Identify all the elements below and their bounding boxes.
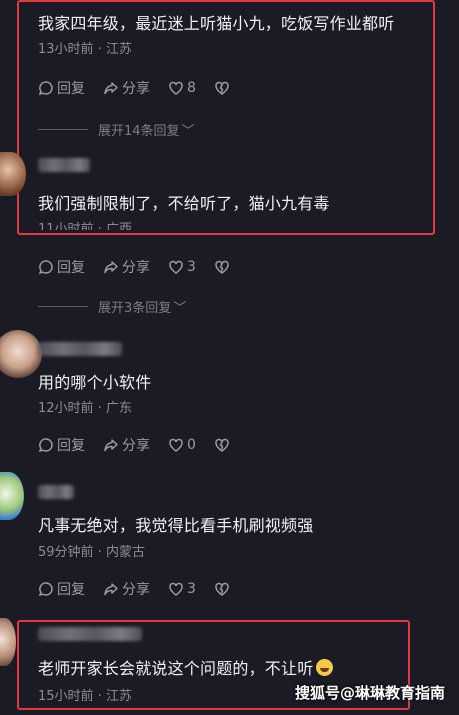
username[interactable]: [38, 158, 90, 172]
share-button[interactable]: 分享: [103, 78, 150, 98]
expand-replies-label: 展开14条回复: [98, 124, 180, 139]
comment-meta: 12小时前 · 广东: [38, 401, 132, 416]
broken-heart-icon: [215, 438, 229, 452]
like-count: 3: [187, 581, 196, 597]
heart-icon: [169, 260, 183, 274]
reply-label: 回复: [57, 81, 85, 97]
reply-label: 回复: [57, 438, 85, 454]
expand-replies-button[interactable]: 展开14条回复 ﹀: [38, 120, 195, 139]
share-arrow-icon: [104, 583, 118, 596]
avatar[interactable]: [0, 472, 24, 520]
expand-replies-button[interactable]: 展开3条回复 ﹀: [38, 297, 186, 316]
dislike-button[interactable]: [214, 437, 233, 453]
reply-button[interactable]: 回复: [38, 257, 85, 277]
expand-replies-label: 展开3条回复: [98, 301, 172, 316]
comment-bubble-icon: [38, 582, 53, 597]
comment-text: 我们强制限制了，不给听了，猫小九有毒: [38, 194, 330, 213]
comment-actions: 回复 分享 8: [38, 78, 251, 98]
chevron-down-icon: ﹀: [181, 124, 195, 139]
comment-actions: 回复 分享 0: [38, 435, 251, 455]
dislike-button[interactable]: [214, 581, 233, 597]
broken-heart-icon: [215, 260, 229, 274]
like-count: 8: [187, 80, 196, 96]
like-button[interactable]: 3: [168, 259, 196, 275]
reply-button[interactable]: 回复: [38, 579, 85, 599]
share-arrow-icon: [104, 82, 118, 95]
share-label: 分享: [122, 81, 150, 97]
comment-actions: 回复 分享 3: [38, 579, 251, 599]
comment-text: 老师开家长会就说这个问题的，不让听: [38, 655, 334, 679]
reply-label: 回复: [57, 260, 85, 276]
reply-button[interactable]: 回复: [38, 78, 85, 98]
like-count: 0: [187, 437, 196, 453]
watermark: 搜狐号@琳琳教育指南: [294, 684, 445, 702]
like-button[interactable]: 3: [168, 581, 196, 597]
avatar[interactable]: [0, 330, 42, 378]
username[interactable]: [38, 342, 122, 356]
comment-bubble-icon: [38, 81, 53, 96]
divider-line: [38, 306, 88, 307]
reply-label: 回复: [57, 582, 85, 598]
heart-icon: [169, 81, 183, 95]
username[interactable]: [38, 627, 142, 641]
heart-icon: [169, 438, 183, 452]
dislike-button[interactable]: [214, 259, 233, 275]
like-count: 3: [187, 259, 196, 275]
share-button[interactable]: 分享: [103, 257, 150, 277]
comment-text: 凡事无绝对，我觉得比看手机刷视频强: [38, 516, 314, 535]
share-arrow-icon: [104, 439, 118, 452]
comment-bubble-icon: [38, 438, 53, 453]
laughing-emoji-icon: [316, 659, 334, 676]
divider-line: [38, 129, 88, 130]
share-label: 分享: [122, 260, 150, 276]
broken-heart-icon: [215, 81, 229, 95]
comment-actions: 回复 分享 3: [38, 257, 251, 277]
comment-text: 用的哪个小软件: [38, 373, 152, 392]
comment-text-content: 老师开家长会就说这个问题的，不让听: [38, 659, 314, 678]
share-label: 分享: [122, 438, 150, 454]
comment-text: 我家四年级，最近迷上听猫小九，吃饭写作业都听: [38, 14, 395, 33]
share-label: 分享: [122, 582, 150, 598]
share-arrow-icon: [104, 261, 118, 274]
comment-bubble-icon: [38, 260, 53, 275]
comment-meta: 15小时前 · 江苏: [38, 689, 132, 704]
share-button[interactable]: 分享: [103, 435, 150, 455]
reply-button[interactable]: 回复: [38, 435, 85, 455]
broken-heart-icon: [215, 582, 229, 596]
comment-meta: 59分钟前 · 内蒙古: [38, 545, 145, 560]
like-button[interactable]: 0: [168, 437, 196, 453]
dislike-button[interactable]: [214, 80, 233, 96]
share-button[interactable]: 分享: [103, 579, 150, 599]
comment-meta: 13小时前 · 江苏: [38, 42, 132, 57]
chevron-down-icon: ﹀: [173, 301, 187, 316]
heart-icon: [169, 582, 183, 596]
username[interactable]: [38, 485, 74, 499]
comment-meta: 11小时前 · 广西: [38, 222, 132, 230]
like-button[interactable]: 8: [168, 80, 196, 96]
avatar[interactable]: [0, 618, 16, 666]
